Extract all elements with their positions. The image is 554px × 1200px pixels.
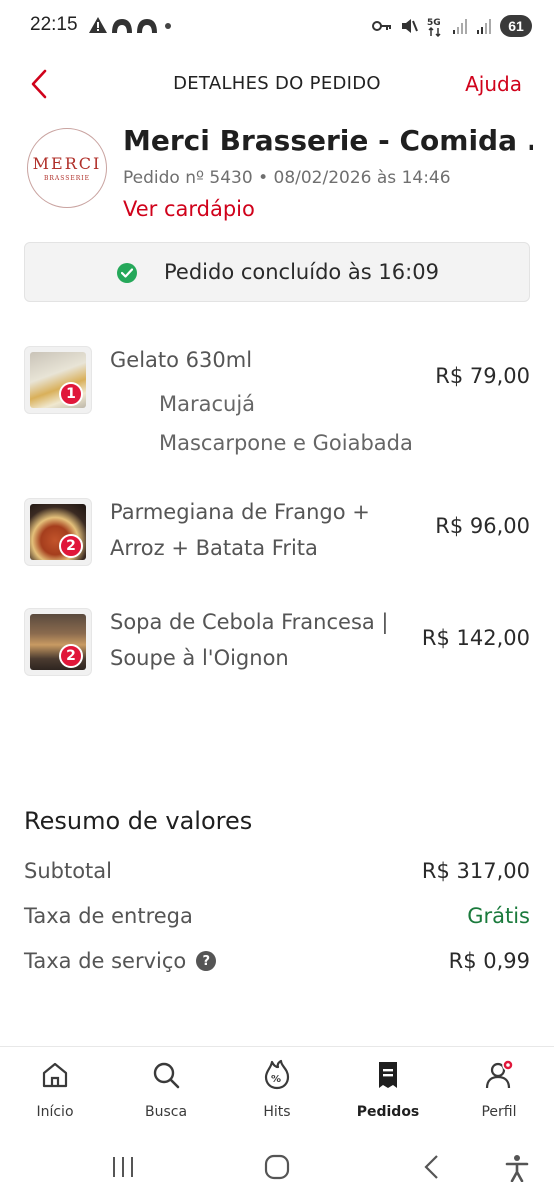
clock: 22:15 (30, 14, 78, 35)
subtotal-row: Subtotal R$ 317,00 (24, 859, 530, 889)
quantity-badge: 1 (59, 382, 83, 406)
summary-title: Resumo de valores (24, 807, 253, 835)
warning-icon (89, 17, 107, 33)
order-item: 1 Gelato 630ml R$ 79,00 Maracujá Mascarp… (0, 346, 554, 466)
help-icon[interactable]: ? (196, 951, 217, 971)
nav-label: Perfil (481, 1104, 517, 1120)
profile-icon (485, 1059, 514, 1089)
delivery-fee-label: Taxa de entrega (24, 904, 193, 928)
item-name: Sopa de Cebola Francesa | Soupe à l'Oign… (110, 610, 389, 670)
nav-label: Hits (263, 1104, 291, 1120)
nav-label: Início (36, 1104, 74, 1120)
logo-text: MERCI (32, 154, 102, 173)
app-notification-icon (112, 19, 132, 33)
signal-icon (477, 19, 491, 34)
home-icon (42, 1062, 68, 1088)
app-notification-icon (137, 19, 157, 33)
nav-inicio[interactable]: Início (0, 1047, 110, 1137)
service-fee-row: Taxa de serviço ? R$ 0,99 (24, 949, 530, 979)
battery-indicator: 61 (500, 15, 532, 37)
signal-icon (453, 19, 467, 34)
nav-pedidos[interactable]: Pedidos (333, 1047, 443, 1137)
notification-icons (88, 14, 175, 36)
delivery-fee-value: Grátis (467, 904, 530, 928)
logo-subtext: BRASSERIE (43, 175, 91, 182)
orders-icon (379, 1062, 397, 1088)
order-item: 2 Sopa de Cebola Francesa | Soupe à l'Oi… (0, 608, 554, 718)
quantity-badge: 2 (59, 644, 83, 668)
order-meta: Pedido nº 5430 • 08/02/2026 às 14:46 (123, 168, 451, 188)
system-navigation (0, 1140, 554, 1200)
search-icon (153, 1062, 180, 1089)
service-fee-label-group: Taxa de serviço ? (24, 949, 217, 973)
subtotal-value: R$ 317,00 (421, 859, 530, 883)
home-button-icon[interactable] (264, 1154, 290, 1180)
back-nav-icon[interactable] (422, 1154, 442, 1180)
nav-label: Busca (144, 1104, 188, 1120)
svg-text:%: % (271, 1074, 281, 1085)
item-name: Gelato 630ml (110, 348, 253, 372)
delivery-fee-row: Taxa de entrega Grátis (24, 904, 530, 934)
dot-icon (165, 23, 171, 29)
order-item: 2 Parmegiana de Frango + Arroz + Batata … (0, 498, 554, 578)
item-option: Mascarpone e Goiabada (159, 431, 413, 455)
subtotal-label: Subtotal (24, 859, 112, 883)
item-price: R$ 79,00 (435, 364, 530, 388)
vpn-key-icon (372, 21, 391, 31)
svg-text:5G: 5G (427, 18, 441, 28)
item-price: R$ 142,00 (421, 626, 530, 650)
nav-perfil[interactable]: Perfil (444, 1047, 554, 1137)
quantity-badge: 2 (59, 534, 83, 558)
check-circle-icon (117, 263, 137, 283)
view-menu-link[interactable]: Ver cardápio (123, 197, 255, 221)
item-image (24, 346, 92, 414)
item-price: R$ 96,00 (435, 514, 530, 538)
order-status-text: Pedido concluído às 16:09 (164, 260, 439, 284)
help-link[interactable]: Ajuda (465, 72, 522, 96)
hits-icon: % (264, 1059, 290, 1090)
nav-hits[interactable]: % Hits (222, 1047, 332, 1137)
order-status-banner: Pedido concluído às 16:09 (24, 242, 530, 302)
status-bar: 22:15 5G 61 (0, 0, 554, 52)
item-option: Maracujá (159, 392, 256, 416)
service-fee-value: R$ 0,99 (448, 949, 530, 973)
restaurant-logo: MERCI BRASSERIE (27, 128, 107, 208)
service-fee-label: Taxa de serviço (24, 949, 187, 973)
restaurant-name[interactable]: Merci Brasserie - Comida ... (123, 124, 533, 157)
system-icons: 5G 61 (372, 14, 532, 38)
nav-busca[interactable]: Busca (111, 1047, 221, 1137)
item-image (24, 608, 92, 676)
item-name: Parmegiana de Frango + Arroz + Batata Fr… (110, 500, 370, 560)
network-5g-icon: 5G (427, 18, 441, 37)
item-image (24, 498, 92, 566)
recent-apps-icon[interactable] (111, 1154, 135, 1180)
bottom-navigation: Início Busca % Hits Pedidos Perfil (0, 1046, 554, 1136)
nav-label: Pedidos (356, 1104, 420, 1120)
page-header: DETALHES DO PEDIDO Ajuda (0, 60, 554, 110)
accessibility-icon[interactable] (504, 1154, 530, 1182)
vibrate-icon (402, 19, 418, 33)
